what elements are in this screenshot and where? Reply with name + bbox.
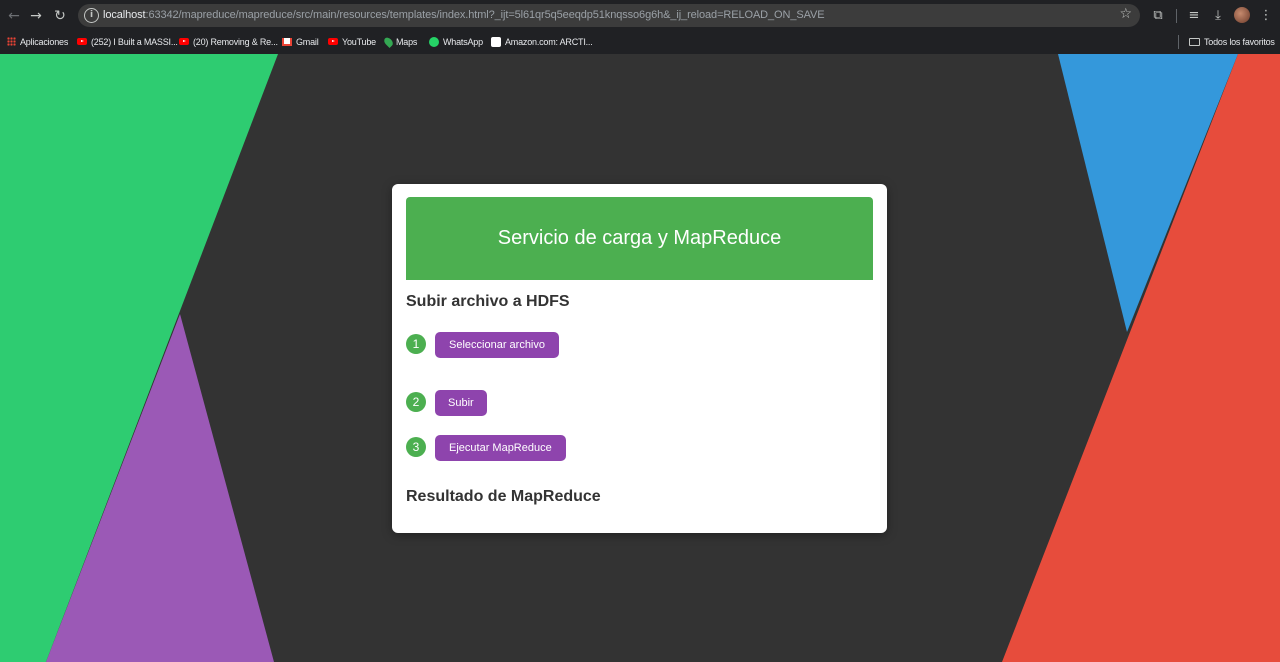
amazon-icon bbox=[491, 36, 501, 47]
url-host: localhost bbox=[103, 9, 146, 21]
page-viewport: Servicio de carga y MapReduce Subir arch… bbox=[0, 54, 1280, 662]
bookmark-amazon[interactable]: Amazon.com: ARCTI... bbox=[491, 34, 593, 50]
address-bar[interactable]: i localhost:63342/mapreduce/mapreduce/sr… bbox=[78, 4, 1140, 27]
main-card: Servicio de carga y MapReduce Subir arch… bbox=[392, 184, 887, 533]
bookmark-label: WhatsApp bbox=[443, 37, 483, 47]
step-number-badge: 1 bbox=[406, 334, 426, 354]
browser-chrome: ← → ↻ i localhost:63342/mapreduce/mapred… bbox=[0, 0, 1280, 54]
bookmark-maps[interactable]: Maps bbox=[382, 34, 418, 50]
bookmark-label: Maps bbox=[396, 37, 418, 47]
youtube-icon bbox=[328, 38, 338, 46]
media-controls-icon[interactable]: ≡ bbox=[1184, 6, 1204, 26]
youtube-icon bbox=[77, 38, 87, 46]
run-mapreduce-button[interactable]: Ejecutar MapReduce bbox=[435, 435, 566, 461]
bookmark-label: (252) I Built a MASSI... bbox=[91, 37, 178, 47]
forward-arrow-icon[interactable]: → bbox=[26, 6, 46, 26]
upload-section-title: Subir archivo a HDFS bbox=[406, 293, 570, 310]
all-bookmarks[interactable]: Todos los favoritos bbox=[1189, 34, 1275, 50]
more-menu-icon[interactable]: ⋮ bbox=[1256, 6, 1276, 26]
toolbar-divider bbox=[1176, 9, 1177, 23]
bookmark-label: Aplicaciones bbox=[20, 37, 69, 47]
youtube-icon bbox=[179, 38, 189, 46]
bookmark-label: Gmail bbox=[296, 37, 319, 47]
url-text[interactable]: localhost:63342/mapreduce/mapreduce/src/… bbox=[103, 9, 825, 21]
select-file-button[interactable]: Seleccionar archivo bbox=[435, 332, 559, 358]
back-arrow-icon[interactable]: ← bbox=[4, 6, 24, 26]
gmail-icon bbox=[282, 37, 292, 46]
page-title: Servicio de carga y MapReduce bbox=[497, 227, 782, 249]
bookmark-label: (20) Removing & Re... bbox=[193, 37, 278, 47]
bookmark-youtube[interactable]: YouTube bbox=[328, 34, 376, 50]
url-path: :63342/mapreduce/mapreduce/src/main/reso… bbox=[145, 9, 825, 21]
site-info-icon[interactable]: i bbox=[84, 8, 99, 23]
result-section-title: Resultado de MapReduce bbox=[406, 488, 601, 505]
apps-grid-icon bbox=[7, 37, 16, 47]
reload-icon[interactable]: ↻ bbox=[50, 6, 70, 26]
bookmark-label: Amazon.com: ARCTI... bbox=[505, 37, 593, 47]
bookmark-gmail[interactable]: Gmail bbox=[282, 34, 319, 50]
bookmark-apps[interactable]: Aplicaciones bbox=[7, 34, 68, 50]
bookmarks-bar: Aplicaciones (252) I Built a MASSI... (2… bbox=[0, 31, 1280, 53]
bookmarks-divider bbox=[1178, 35, 1179, 49]
maps-icon bbox=[382, 35, 395, 48]
folder-icon bbox=[1189, 37, 1200, 46]
profile-avatar[interactable] bbox=[1234, 7, 1250, 23]
extensions-puzzle-icon[interactable]: ⧉ bbox=[1148, 6, 1168, 26]
whatsapp-icon bbox=[429, 36, 439, 47]
browser-toolbar: ← → ↻ i localhost:63342/mapreduce/mapred… bbox=[0, 0, 1280, 31]
all-bookmarks-label: Todos los favoritos bbox=[1204, 37, 1275, 47]
upload-button[interactable]: Subir bbox=[435, 390, 487, 416]
step-number-badge: 2 bbox=[406, 392, 426, 412]
bookmark-whatsapp[interactable]: WhatsApp bbox=[429, 34, 483, 50]
bookmark-star-icon[interactable]: ☆ bbox=[1119, 6, 1132, 22]
bookmark-video-2[interactable]: (20) Removing & Re... bbox=[179, 34, 278, 50]
bookmark-label: YouTube bbox=[342, 37, 376, 47]
header-banner: Servicio de carga y MapReduce bbox=[406, 197, 873, 280]
download-icon[interactable]: ⤓ bbox=[1208, 6, 1228, 26]
bookmark-video-1[interactable]: (252) I Built a MASSI... bbox=[77, 34, 178, 50]
step-number-badge: 3 bbox=[406, 437, 426, 457]
